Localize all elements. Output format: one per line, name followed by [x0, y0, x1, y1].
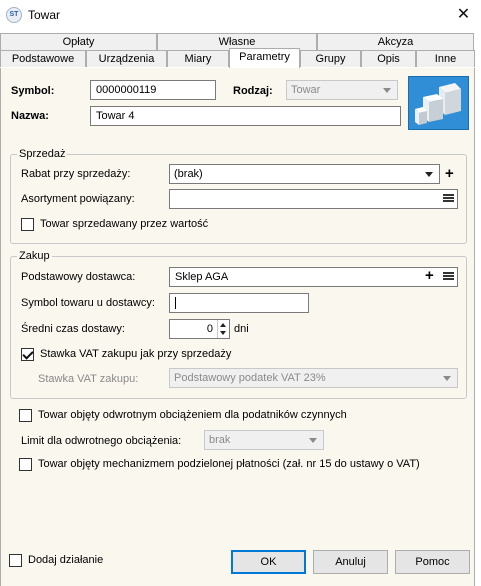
odwrotne-checkbox[interactable] [19, 409, 32, 422]
text-caret [175, 297, 176, 309]
zakup-title: Zakup [17, 250, 52, 262]
czas-value: 0 [206, 323, 213, 335]
vat-jak-sprzedaz-label: Stawka VAT zakupu jak przy sprzedaży [40, 348, 232, 360]
rodzaj-select[interactable]: Towar [286, 80, 398, 100]
tab-inne[interactable]: Inne [416, 50, 475, 67]
add-dostawca-icon[interactable]: + [425, 268, 434, 283]
vat-jak-sprzedaz-checkbox[interactable] [21, 348, 34, 361]
tab-urzadzenia[interactable]: Urządzenia [86, 50, 167, 67]
rabat-label: Rabat przy sprzedaży: [21, 168, 131, 180]
rodzaj-label: Rodzaj: [233, 85, 273, 97]
chevron-down-icon [425, 172, 433, 177]
asortyment-field[interactable] [169, 189, 458, 209]
rabat-value: (brak) [174, 168, 203, 180]
limit-select[interactable]: brak [204, 430, 324, 450]
ok-button[interactable]: OK [231, 550, 306, 574]
tab-akcyza[interactable]: Akcyza [317, 33, 474, 50]
vat-select[interactable]: Podstawowy podatek VAT 23% [169, 368, 458, 388]
dodaj-checkbox[interactable] [9, 554, 22, 567]
product-boxes-icon[interactable] [408, 76, 469, 130]
vat-label: Stawka VAT zakupu: [38, 373, 139, 385]
wartosc-label: Towar sprzedawany przez wartość [40, 218, 209, 230]
spinner-icon[interactable] [217, 320, 229, 338]
symbol-dostawcy-label: Symbol towaru u dostawcy: [21, 297, 155, 309]
tab-miary[interactable]: Miary [167, 50, 229, 67]
window-edge [475, 68, 481, 586]
tab-oplaty[interactable]: Opłaty [0, 33, 157, 50]
vat-value: Podstawowy podatek VAT 23% [174, 372, 326, 384]
add-rabat-icon[interactable]: + [445, 166, 454, 181]
dostawca-field[interactable]: Sklep AGA [169, 267, 458, 287]
app-icon: ST [6, 7, 22, 23]
mpp-label: Towar objęty mechanizmem podzielonej pła… [38, 458, 420, 470]
odwrotne-label: Towar objęty odwrotnym obciążeniem dla p… [38, 409, 347, 421]
mpp-checkbox[interactable] [19, 458, 32, 471]
chevron-down-icon [443, 376, 451, 381]
wartosc-checkbox[interactable] [21, 218, 34, 231]
symbol-dostawcy-field[interactable] [169, 293, 309, 313]
sprzedaz-title: Sprzedaż [17, 148, 68, 160]
product-boxes-graphic [409, 77, 468, 129]
list-icon[interactable] [443, 272, 454, 283]
symbol-label: Symbol: [11, 85, 55, 97]
limit-value: brak [209, 434, 231, 446]
rabat-select[interactable]: (brak) [169, 164, 440, 184]
tab-parametry[interactable]: Parametry [229, 48, 300, 68]
nazwa-label: Nazwa: [11, 110, 49, 122]
limit-label: Limit dla odwrotnego obciążenia: [21, 435, 182, 447]
tab-podstawowe[interactable]: Podstawowe [0, 50, 86, 67]
close-icon[interactable]: ✕ [446, 0, 481, 30]
dodaj-label: Dodaj działanie [28, 554, 104, 566]
tab-opis[interactable]: Opis [361, 50, 416, 67]
pomoc-button[interactable]: Pomoc [395, 550, 470, 574]
symbol-field[interactable]: 0000000119 [90, 80, 216, 100]
asortyment-label: Asortyment powiązany: [21, 193, 135, 205]
anuluj-button[interactable]: Anuluj [313, 550, 388, 574]
chevron-down-icon [309, 438, 317, 443]
tab-grupy[interactable]: Grupy [300, 50, 361, 67]
tab-strip: Opłaty Własne Akcyza Podstawowe Urządzen… [0, 30, 481, 68]
chevron-down-icon [383, 88, 391, 93]
czas-stepper[interactable]: 0 [169, 319, 230, 339]
nazwa-field[interactable]: Towar 4 [90, 106, 401, 126]
czas-label: Średni czas dostawy: [21, 323, 125, 335]
dostawca-label: Podstawowy dostawca: [21, 271, 136, 283]
list-icon[interactable] [443, 194, 454, 205]
title-bar: ST Towar ✕ [0, 0, 481, 30]
czas-unit: dni [234, 323, 249, 335]
parametry-panel: Symbol: 0000000119 Rodzaj: Towar Nazwa: … [0, 68, 475, 586]
rodzaj-value: Towar [291, 84, 321, 96]
window-title: Towar [28, 8, 61, 22]
